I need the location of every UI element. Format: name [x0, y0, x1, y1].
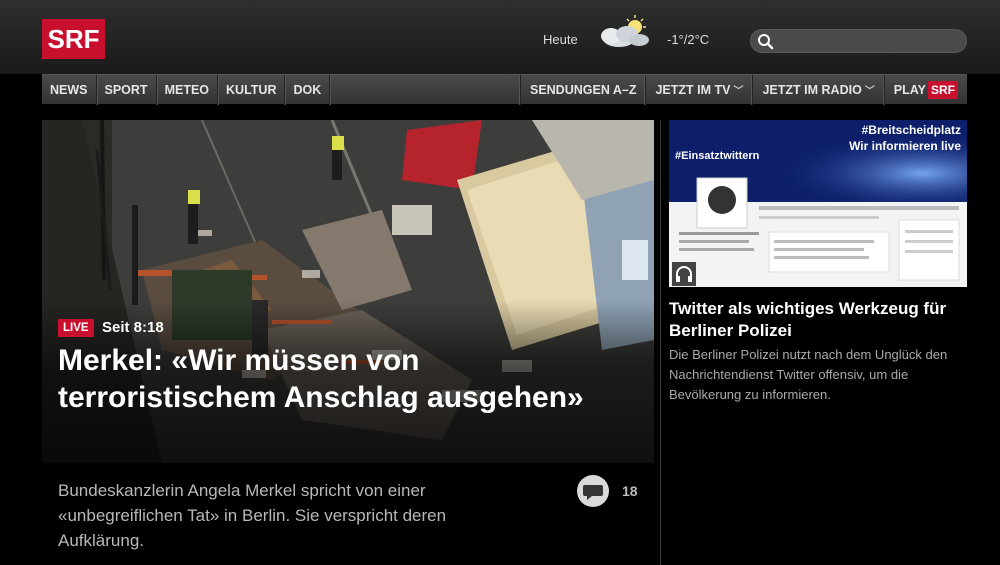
tagline-live: Wir informieren live — [849, 139, 961, 153]
nav-item-play-srf[interactable]: PLAY SRF — [883, 75, 967, 105]
hero-article[interactable]: LIVE Seit 8:18 Merkel: «Wir müssen von t… — [42, 120, 654, 463]
play-srf-badge: SRF — [928, 81, 958, 99]
side-article-title[interactable]: Twitter als wichtiges Werkzeug für Berli… — [669, 298, 967, 342]
nav-item-label: JETZT IM TV — [655, 83, 731, 97]
weather-label[interactable]: Heute — [543, 32, 578, 47]
side-article-image[interactable]: #Breitscheidplatz Wir informieren live #… — [669, 120, 967, 287]
search-icon[interactable] — [757, 33, 774, 50]
search-box[interactable] — [750, 29, 967, 53]
hero-headline[interactable]: Merkel: «Wir müssen von terroristischem … — [58, 342, 618, 416]
chevron-down-icon: ﹀ — [864, 86, 875, 97]
nav-item-meteo[interactable]: METEO — [157, 75, 219, 105]
nav-item-sendungen[interactable]: SENDUNGEN A–Z — [519, 75, 646, 105]
nav-item-sport[interactable]: SPORT — [97, 75, 157, 105]
hero-lead-text[interactable]: Bundeskanzlerin Angela Merkel spricht vo… — [58, 478, 528, 553]
nav-item-label: SENDUNGEN A–Z — [529, 83, 637, 97]
live-since: Seit 8:18 — [102, 319, 164, 336]
side-article-text[interactable]: Die Berliner Polizei nutzt nach dem Ungl… — [669, 345, 967, 405]
comment-count[interactable]: 18 — [622, 483, 638, 499]
nav-item-jetzt-im-radio[interactable]: JETZT IM RADIO ﹀ — [752, 75, 883, 105]
header: SRF Heute -1°/2°C — [0, 0, 1000, 74]
live-badge: LIVE — [58, 319, 94, 337]
nav-item-label: JETZT IM RADIO — [762, 83, 862, 97]
weather-temperature[interactable]: -1°/2°C — [667, 32, 709, 47]
comment-icon[interactable] — [576, 474, 610, 508]
column-divider — [660, 120, 661, 565]
headphones-icon[interactable] — [672, 262, 696, 286]
hashtag-breitscheidplatz: #Breitscheidplatz — [861, 123, 961, 137]
search-input[interactable] — [779, 33, 959, 49]
nav-item-kultur[interactable]: KULTUR — [218, 75, 286, 105]
nav-item-news[interactable]: NEWS — [42, 75, 97, 105]
nav-item-jetzt-im-tv[interactable]: JETZT IM TV ﹀ — [645, 75, 752, 105]
srf-logo[interactable]: SRF — [42, 19, 105, 59]
nav-item-dok[interactable]: DOK — [285, 75, 331, 105]
partly-cloudy-icon[interactable] — [593, 14, 653, 52]
play-label: PLAY — [893, 83, 926, 97]
hashtag-einsatztwittern: #Einsatztwittern — [675, 150, 760, 162]
main-navigation: NEWS SPORT METEO KULTUR DOK SENDUNGEN A–… — [42, 74, 967, 105]
chevron-down-icon: ﹀ — [733, 86, 744, 97]
